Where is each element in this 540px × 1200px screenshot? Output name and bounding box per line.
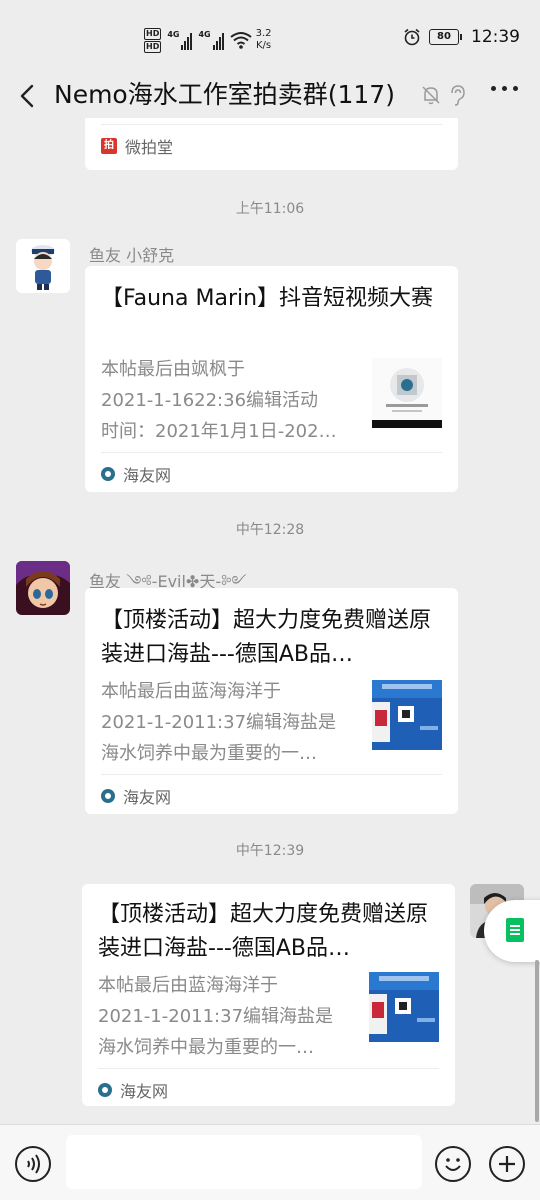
avatar[interactable]	[16, 561, 70, 615]
card-description: 本帖最后由蓝海海洋于 2021-1-2011:37编辑海盐是 海水饲养中最为重要…	[98, 975, 334, 1058]
card-description: 本帖最后由飒枫于 2021-1-1622:36编辑活动 时间：2021年1月1日…	[101, 359, 337, 442]
card-divider	[101, 774, 442, 775]
haiyouwang-logo-icon	[98, 1083, 112, 1097]
link-card[interactable]: 【顶楼活动】超大力度免费赠送原装进口海盐---德国AB品… 本帖最后由蓝海海洋于…	[85, 588, 458, 814]
more-dots-icon[interactable]	[491, 86, 518, 91]
haiyouwang-logo-icon	[101, 789, 115, 803]
voice-icon[interactable]	[15, 1146, 51, 1182]
chat-title: Nemo海水工作室拍卖群(117)	[54, 80, 395, 109]
card-divider	[101, 452, 442, 453]
message-input[interactable]	[66, 1135, 422, 1189]
timestamp: 中午12:39	[235, 843, 305, 859]
avatar-cartoon-policeman	[16, 239, 70, 293]
card-source: 拍 微拍堂	[101, 134, 173, 158]
sender-name: 鱼友 小舒克	[89, 246, 175, 265]
card-title: 【顶楼活动】超大力度免费赠送原装进口海盐---德国AB品…	[101, 608, 432, 667]
emoji-icon[interactable]	[435, 1146, 471, 1182]
avatar-anime-girl	[16, 561, 70, 615]
network-speed: 3.2 K/s	[255, 28, 272, 51]
timestamp: 上午11:06	[235, 201, 305, 217]
status-time: 12:39	[471, 27, 520, 47]
card-thumbnail	[372, 358, 442, 428]
haiyouwang-logo-icon	[101, 467, 115, 481]
battery-icon: 80	[429, 29, 462, 45]
mute-bell-icon	[422, 86, 440, 105]
link-card-own[interactable]: 【顶楼活动】超大力度免费赠送原装进口海盐---德国AB品… 本帖最后由蓝海海洋于…	[82, 884, 455, 1106]
card-source: 海友网	[101, 462, 171, 486]
back-arrow-icon[interactable]	[14, 80, 42, 112]
hd-badge-1: HD	[144, 27, 162, 40]
document-icon	[506, 918, 524, 942]
card-thumbnail	[369, 972, 439, 1042]
card-description: 本帖最后由蓝海海洋于 2021-1-2011:37编辑海盐是 海水饲养中最为重要…	[101, 681, 337, 764]
card-source: 海友网	[101, 784, 171, 808]
input-bar	[0, 1124, 540, 1200]
message-list[interactable]: 拍 微拍堂 上午11:06 鱼友 小舒克 【Fauna Marin】抖音短视频大…	[0, 118, 540, 1124]
card-thumbnail	[372, 680, 442, 750]
card-source: 海友网	[98, 1078, 168, 1102]
network-indicators: HD HD 4G 4G 3.2 K/s	[144, 24, 272, 56]
weipaitang-logo-icon: 拍	[101, 138, 117, 154]
signal-2-icon: 4G	[198, 30, 224, 50]
alarm-icon	[404, 28, 420, 46]
card-title: 【顶楼活动】超大力度免费赠送原装进口海盐---德国AB品…	[98, 902, 429, 961]
earpiece-icon	[451, 85, 465, 106]
scrollbar[interactable]	[535, 960, 539, 1122]
wifi-icon	[230, 32, 252, 49]
hd-badge-2: HD	[144, 40, 162, 53]
floating-document-button[interactable]	[484, 900, 540, 962]
chat-header: Nemo海水工作室拍卖群(117)	[0, 76, 540, 116]
link-card[interactable]: 【Fauna Marin】抖音短视频大赛 本帖最后由飒枫于 2021-1-162…	[85, 266, 458, 492]
card-title: 【Fauna Marin】抖音短视频大赛	[101, 286, 434, 311]
card-divider	[101, 124, 442, 125]
signal-1-icon: 4G	[167, 30, 193, 50]
card-divider	[98, 1068, 439, 1069]
plus-icon[interactable]	[489, 1146, 525, 1182]
avatar[interactable]	[16, 239, 70, 293]
status-bar: HD HD 4G 4G 3.2 K/s 80 12:39	[0, 0, 540, 76]
timestamp: 中午12:28	[235, 522, 305, 538]
link-card-weipaitang[interactable]: 拍 微拍堂	[85, 118, 458, 170]
